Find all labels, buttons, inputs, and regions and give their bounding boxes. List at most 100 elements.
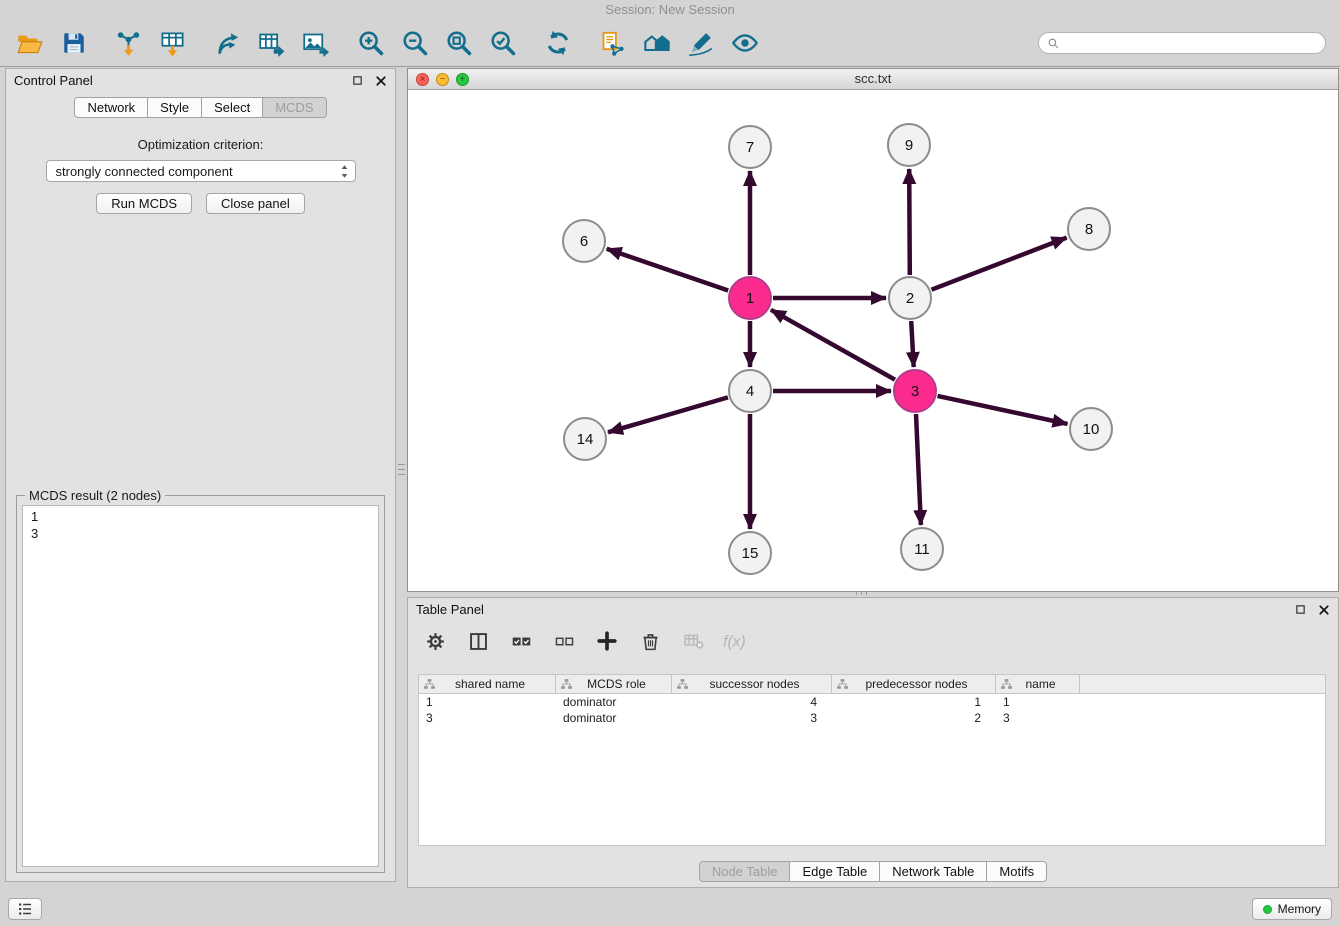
zoom-fit-icon (445, 29, 473, 57)
float-button[interactable] (1294, 603, 1307, 616)
mcds-result-list[interactable]: 13 (22, 505, 379, 867)
column-header-name[interactable]: name (996, 675, 1080, 693)
show-columns-button[interactable] (465, 627, 491, 655)
export-table-button[interactable] (256, 26, 287, 60)
import-table-button[interactable] (157, 26, 188, 60)
edge-2-3[interactable] (911, 321, 914, 367)
node-6[interactable]: 6 (563, 220, 605, 262)
window-minimize-button[interactable]: − (436, 73, 449, 86)
edge-3-11[interactable] (916, 414, 921, 525)
column-header-successor-nodes[interactable]: successor nodes (672, 675, 832, 693)
zoom-out-button[interactable] (399, 26, 430, 60)
node-11[interactable]: 11 (901, 528, 943, 570)
node-7[interactable]: 7 (729, 126, 771, 168)
table-cell[interactable]: 2 (832, 711, 996, 725)
table-cell[interactable]: 1 (832, 695, 996, 709)
add-row-button[interactable] (594, 627, 620, 655)
node-10[interactable]: 10 (1070, 408, 1112, 450)
svg-text:15: 15 (742, 545, 759, 562)
tab-select[interactable]: Select (201, 97, 263, 118)
table-cell[interactable]: 3 (672, 711, 832, 725)
svg-text:14: 14 (577, 431, 594, 448)
divider-grip-vertical[interactable] (398, 460, 405, 486)
select-all-button[interactable] (508, 627, 534, 655)
table-row[interactable]: 3dominator323 (419, 710, 1325, 726)
table-cell[interactable]: 4 (672, 695, 832, 709)
table-cell[interactable]: dominator (556, 711, 672, 725)
panel-toggle-button[interactable] (8, 898, 42, 920)
deselect-all-button[interactable] (551, 627, 577, 655)
tab-edge-table[interactable]: Edge Table (789, 861, 880, 882)
copy-network-button[interactable] (597, 26, 628, 60)
settings-gear-button[interactable] (422, 627, 448, 655)
tab-network-table[interactable]: Network Table (879, 861, 987, 882)
tab-network[interactable]: Network (74, 97, 148, 118)
edge-2-9[interactable] (909, 169, 910, 275)
zoom-in-button[interactable] (355, 26, 386, 60)
node-8[interactable]: 8 (1068, 208, 1110, 250)
table-cell[interactable]: 3 (419, 711, 556, 725)
edge-1-6[interactable] (607, 249, 729, 291)
show-hide-button[interactable] (729, 26, 760, 60)
network-window-title: scc.txt (408, 69, 1338, 89)
node-1[interactable]: 1 (729, 277, 771, 319)
tab-node-table[interactable]: Node Table (699, 861, 791, 882)
search-input[interactable] (1065, 36, 1317, 50)
svg-text:11: 11 (914, 541, 930, 558)
edge-3-10[interactable] (938, 396, 1068, 424)
column-header-mcds-role[interactable]: MCDS role (556, 675, 672, 693)
mcds-result-item[interactable]: 1 (31, 508, 370, 525)
close-button[interactable] (374, 74, 387, 87)
zoom-fit-button[interactable] (443, 26, 474, 60)
tab-mcds[interactable]: MCDS (262, 97, 326, 118)
search-box[interactable] (1038, 32, 1326, 54)
column-header-shared-name[interactable]: shared name (419, 675, 556, 693)
apply-style-button[interactable] (685, 26, 716, 60)
table-cell[interactable]: dominator (556, 695, 672, 709)
refresh-layout-button[interactable] (542, 26, 573, 60)
table-cell[interactable]: 1 (419, 695, 556, 709)
export-image-button[interactable] (300, 26, 331, 60)
window-close-button[interactable]: × (416, 73, 429, 86)
close-panel-button[interactable]: Close panel (206, 193, 305, 214)
edge-4-14[interactable] (608, 397, 728, 432)
new-network-button[interactable] (212, 26, 243, 60)
network-overview-button[interactable] (641, 26, 672, 60)
node-2[interactable]: 2 (889, 277, 931, 319)
delete-row-button[interactable] (637, 627, 663, 655)
table-cell[interactable]: 1 (996, 695, 1080, 709)
edge-2-8[interactable] (932, 238, 1067, 290)
memory-button[interactable]: Memory (1252, 898, 1332, 920)
table-row[interactable]: 1dominator411 (419, 694, 1325, 710)
edge-3-1[interactable] (771, 310, 895, 380)
node-3[interactable]: 3 (894, 370, 936, 412)
optimization-criterion-select[interactable]: strongly connected component (46, 160, 356, 182)
delete-table-icon (683, 631, 704, 652)
column-header-predecessor-nodes[interactable]: predecessor nodes (832, 675, 996, 693)
refresh-layout-icon (544, 29, 572, 57)
node-15[interactable]: 15 (729, 532, 771, 574)
node-table: shared nameMCDS rolesuccessor nodes prede… (418, 674, 1326, 846)
tab-style[interactable]: Style (147, 97, 202, 118)
import-network-button[interactable] (113, 26, 144, 60)
table-cell[interactable]: 3 (996, 711, 1080, 725)
close-icon (375, 75, 387, 87)
node-4[interactable]: 4 (729, 370, 771, 412)
divider-grip-horizontal[interactable] (856, 590, 882, 596)
export-table-icon (258, 30, 285, 57)
open-session-button[interactable] (14, 26, 45, 60)
tab-motifs[interactable]: Motifs (986, 861, 1047, 882)
node-9[interactable]: 9 (888, 124, 930, 166)
table-panel: Table Panel f(x) shared nameMCDS rolesuc… (407, 597, 1339, 888)
window-zoom-button[interactable]: + (456, 73, 469, 86)
table-header-row: shared nameMCDS rolesuccessor nodes prede… (419, 675, 1325, 694)
node-14[interactable]: 14 (564, 418, 606, 460)
close-button[interactable] (1317, 603, 1330, 616)
save-session-button[interactable] (58, 26, 89, 60)
mcds-result-item[interactable]: 3 (31, 525, 370, 542)
run-mcds-button[interactable]: Run MCDS (96, 193, 192, 214)
float-button[interactable] (351, 74, 364, 87)
zoom-selected-button[interactable] (487, 26, 518, 60)
column-header-label: predecessor nodes (852, 677, 995, 691)
network-canvas[interactable]: 7 9 6 8 1 2 4 3 14 10 15 11 (408, 90, 1338, 591)
